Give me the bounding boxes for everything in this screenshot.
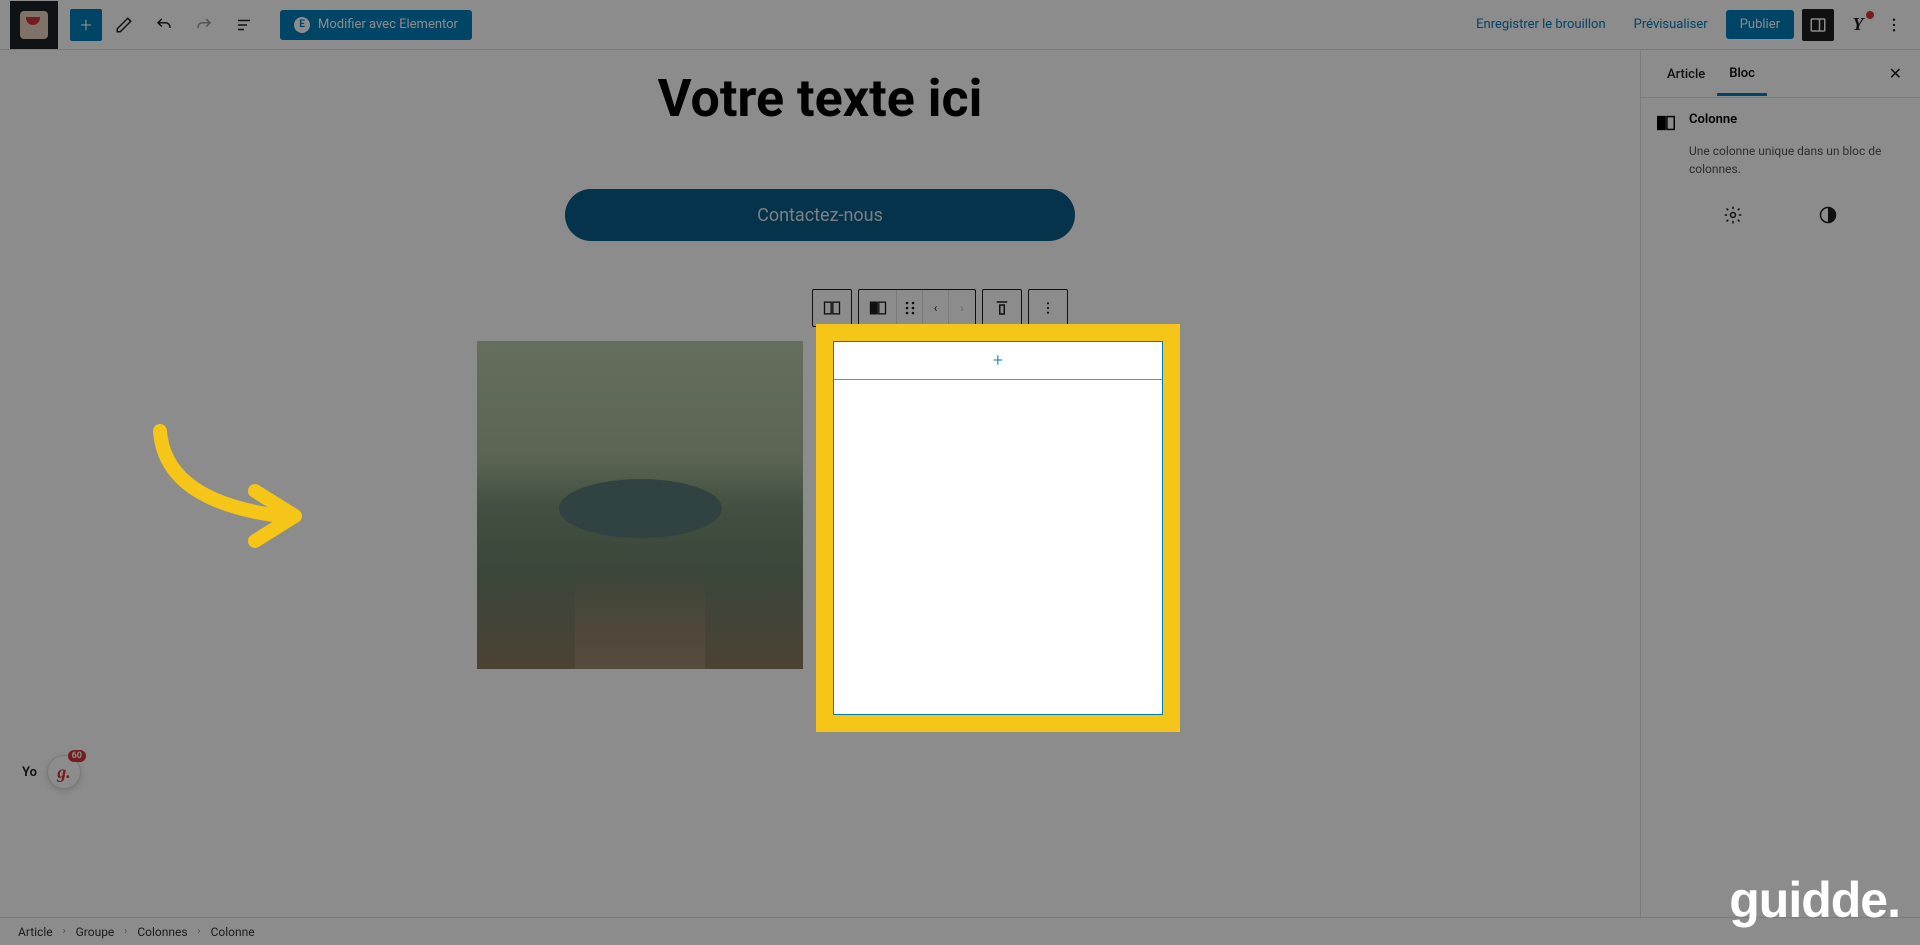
- guidde-count: 60: [68, 750, 86, 762]
- crumb-article[interactable]: Article: [18, 925, 53, 939]
- image-block[interactable]: [477, 341, 803, 669]
- settings-sidebar: Article Bloc ✕ Colonne Une colonne uniqu…: [1640, 50, 1920, 917]
- sidebar-tabs: Article Bloc ✕: [1641, 50, 1920, 98]
- crumb-colonnes[interactable]: Colonnes: [137, 925, 187, 939]
- save-draft-button[interactable]: Enregistrer le brouillon: [1466, 11, 1616, 38]
- crumb-groupe[interactable]: Groupe: [76, 925, 115, 939]
- guidde-badge[interactable]: g. 60: [47, 755, 81, 789]
- column-block-icon[interactable]: [859, 290, 897, 326]
- styles-icon[interactable]: [1813, 200, 1843, 230]
- cta-button[interactable]: Contactez-nous: [565, 189, 1075, 241]
- editor-canvas[interactable]: Votre texte ici Contactez-nous ‹ ›: [0, 50, 1640, 917]
- sidebar-controls: [1655, 200, 1906, 230]
- publish-button[interactable]: Publier: [1726, 10, 1794, 39]
- move-right-icon[interactable]: ›: [949, 290, 975, 326]
- block-name: Colonne: [1689, 112, 1737, 127]
- yoast-icon[interactable]: Y: [1846, 13, 1870, 37]
- annotation-arrow: [140, 421, 320, 561]
- block-toolbar: ‹ ›: [812, 289, 1068, 327]
- settings-gear-icon[interactable]: [1718, 200, 1748, 230]
- elementor-icon: E: [294, 17, 310, 33]
- selected-column-wrap: +: [833, 341, 1163, 715]
- selected-column[interactable]: +: [833, 341, 1163, 715]
- tab-article[interactable]: Article: [1655, 53, 1717, 94]
- add-block-button[interactable]: +: [70, 9, 102, 41]
- plus-icon: +: [993, 350, 1003, 371]
- undo-icon[interactable]: [146, 7, 182, 43]
- block-more-icon[interactable]: [1029, 290, 1067, 326]
- elementor-label: Modifier avec Elementor: [318, 17, 458, 32]
- guidde-watermark: guidde.: [1729, 871, 1900, 929]
- move-left-icon[interactable]: ‹: [923, 290, 949, 326]
- elementor-button[interactable]: E Modifier avec Elementor: [280, 10, 472, 40]
- align-icon[interactable]: [983, 290, 1021, 326]
- chevron-right-icon: ›: [124, 926, 127, 937]
- main-wrap: Votre texte ici Contactez-nous ‹ ›: [0, 50, 1920, 917]
- column-icon: [1655, 112, 1677, 134]
- parent-columns-icon[interactable]: [813, 290, 851, 326]
- columns-area: +: [0, 341, 1640, 715]
- redo-icon[interactable]: [186, 7, 222, 43]
- seo-row: Yo g. 60: [0, 755, 1640, 789]
- block-description: Une colonne unique dans un bloc de colon…: [1689, 142, 1906, 178]
- tab-bloc[interactable]: Bloc: [1717, 52, 1767, 96]
- site-logo[interactable]: [10, 1, 58, 49]
- outline-icon[interactable]: [226, 7, 262, 43]
- chevron-right-icon: ›: [198, 926, 201, 937]
- close-sidebar-button[interactable]: ✕: [1885, 60, 1906, 87]
- chevron-right-icon: ›: [63, 926, 66, 937]
- drag-handle-icon[interactable]: [897, 290, 923, 326]
- page-heading[interactable]: Votre texte ici: [658, 68, 983, 129]
- add-block-inserter[interactable]: +: [834, 342, 1162, 380]
- yoast-prefix: Yo: [22, 765, 37, 780]
- sidebar-body: Colonne Une colonne unique dans un bloc …: [1641, 98, 1920, 244]
- guidde-g-icon: g.: [57, 762, 71, 783]
- preview-button[interactable]: Prévisualiser: [1624, 11, 1718, 38]
- crumb-colonne[interactable]: Colonne: [211, 925, 255, 939]
- edit-icon[interactable]: [106, 7, 142, 43]
- sidebar-toggle-button[interactable]: [1802, 9, 1834, 41]
- more-options-button[interactable]: [1878, 9, 1910, 41]
- top-toolbar: + E Modifier avec Elementor Enregistrer …: [0, 0, 1920, 50]
- breadcrumb: Article › Groupe › Colonnes › Colonne: [0, 917, 1920, 945]
